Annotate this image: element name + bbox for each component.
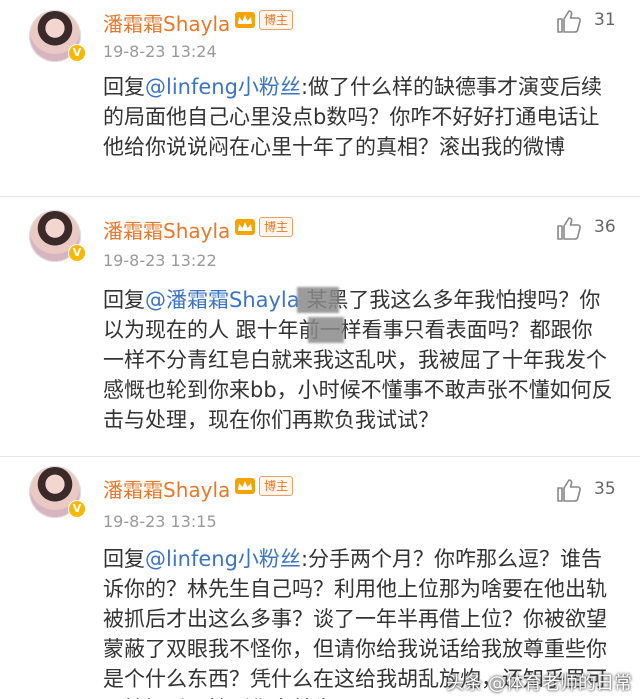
comment-3: V 潘霜霜Shayla 博主 19-8-23 13:15 35 回复@linfe… bbox=[0, 462, 640, 699]
timestamp: 19-8-23 13:22 bbox=[103, 251, 217, 270]
mention-link[interactable]: @linfeng小粉丝 bbox=[145, 75, 301, 99]
vip-crown-icon bbox=[235, 219, 255, 235]
censor-mask bbox=[308, 317, 344, 343]
divider bbox=[0, 456, 640, 457]
username[interactable]: 潘霜霜Shayla bbox=[103, 8, 230, 37]
comment-2: V 潘霜霜Shayla 博主 19-8-23 13:22 36 回复@潘霜霜Sh… bbox=[0, 205, 640, 455]
like-count: 36 bbox=[594, 217, 616, 237]
vip-crown-icon bbox=[235, 12, 255, 28]
comment-text: 回复@潘霜霜Shayla 某黑了我这么多年我怕搜吗？你以为现在的人 跟十年前一样… bbox=[103, 285, 613, 435]
like-count: 31 bbox=[594, 10, 616, 30]
verified-v-icon: V bbox=[68, 244, 86, 262]
reply-prefix: 回复 bbox=[103, 288, 145, 312]
role-badge: 博主 bbox=[259, 217, 294, 237]
role-badge: 博主 bbox=[259, 476, 294, 496]
comment-text: 回复@linfeng小粉丝:做了什么样的缺德事才演变后续的局面他自己心里没点b数… bbox=[103, 72, 613, 162]
verified-v-icon: V bbox=[68, 44, 86, 62]
thumbs-up-icon[interactable] bbox=[556, 215, 582, 241]
mention-link[interactable]: @linfeng小粉丝 bbox=[145, 547, 301, 571]
username[interactable]: 潘霜霜Shayla bbox=[103, 474, 230, 503]
censor-mask bbox=[297, 287, 339, 313]
like-count: 35 bbox=[594, 479, 616, 499]
divider bbox=[0, 196, 640, 197]
reply-prefix: 回复 bbox=[103, 75, 145, 99]
vip-crown-icon bbox=[235, 478, 255, 494]
verified-v-icon: V bbox=[68, 500, 86, 518]
reply-prefix: 回复 bbox=[103, 547, 145, 571]
role-badge: 博主 bbox=[259, 10, 294, 30]
mention-link[interactable]: @潘霜霜Shayla bbox=[145, 288, 300, 312]
thumbs-up-icon[interactable] bbox=[556, 8, 582, 34]
timestamp: 19-8-23 13:24 bbox=[103, 42, 217, 61]
watermark: 头条 @体育老师的日常 bbox=[446, 673, 632, 694]
timestamp: 19-8-23 13:15 bbox=[103, 512, 217, 531]
thumbs-up-icon[interactable] bbox=[556, 477, 582, 503]
comment-1: V 潘霜霜Shayla 博主 19-8-23 13:24 31 回复@linfe… bbox=[0, 0, 640, 190]
username[interactable]: 潘霜霜Shayla bbox=[103, 215, 230, 244]
